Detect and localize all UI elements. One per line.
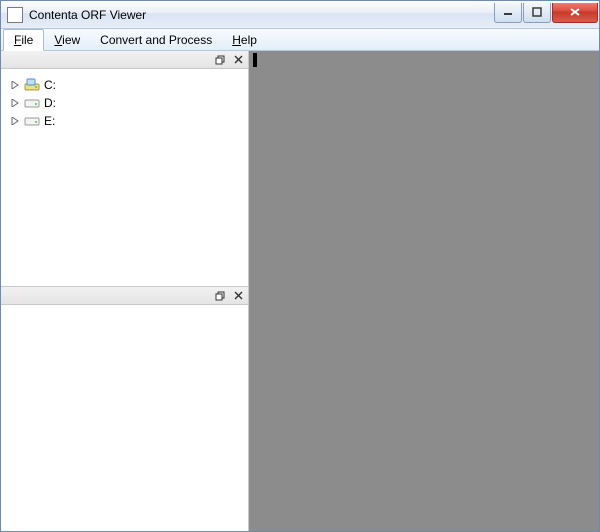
tree-item-d[interactable]: D: bbox=[6, 94, 243, 112]
title-bar[interactable]: Contenta ORF Viewer bbox=[1, 1, 599, 29]
undock-icon bbox=[215, 291, 225, 301]
folder-tree-header bbox=[1, 51, 248, 69]
close-button[interactable] bbox=[552, 3, 598, 23]
folder-tree-body[interactable]: C: D: bbox=[1, 69, 248, 286]
preview-panel bbox=[1, 286, 248, 531]
drive-tree: C: D: bbox=[2, 70, 247, 136]
caret-marker bbox=[253, 53, 257, 67]
menu-help-label: Help bbox=[232, 33, 257, 47]
close-icon bbox=[569, 7, 581, 17]
image-view[interactable] bbox=[249, 51, 599, 531]
app-window: Contenta ORF Viewer File View Convert bbox=[0, 0, 600, 532]
app-body: C: D: bbox=[1, 51, 599, 531]
drive-icon bbox=[24, 96, 40, 110]
preview-panel-body[interactable] bbox=[1, 305, 248, 531]
window-controls bbox=[493, 3, 599, 23]
menu-file-label: File bbox=[14, 33, 33, 47]
maximize-button[interactable] bbox=[523, 3, 551, 23]
drive-system-icon bbox=[24, 78, 40, 92]
drive-icon bbox=[24, 114, 40, 128]
menu-convert[interactable]: Convert and Process bbox=[90, 29, 222, 50]
close-icon bbox=[234, 55, 243, 64]
menu-view[interactable]: View bbox=[44, 29, 90, 50]
menu-file[interactable]: File bbox=[3, 29, 44, 51]
maximize-icon bbox=[532, 7, 542, 17]
menu-bar: File View Convert and Process Help bbox=[1, 29, 599, 51]
menu-convert-label: Convert and Process bbox=[100, 33, 212, 47]
minimize-icon bbox=[503, 7, 513, 17]
chevron-right-icon bbox=[11, 117, 19, 125]
tree-item-label: D: bbox=[44, 96, 56, 110]
undock-icon bbox=[215, 55, 225, 65]
expander-icon[interactable] bbox=[10, 80, 20, 90]
sidebar: C: D: bbox=[1, 51, 249, 531]
close-panel-button[interactable] bbox=[232, 54, 244, 66]
undock-button[interactable] bbox=[214, 54, 226, 66]
tree-item-label: E: bbox=[44, 114, 55, 128]
chevron-right-icon bbox=[11, 81, 19, 89]
window-title: Contenta ORF Viewer bbox=[29, 8, 493, 22]
undock-button[interactable] bbox=[214, 290, 226, 302]
close-icon bbox=[234, 291, 243, 300]
tree-item-e[interactable]: E: bbox=[6, 112, 243, 130]
chevron-right-icon bbox=[11, 99, 19, 107]
expander-icon[interactable] bbox=[10, 98, 20, 108]
expander-icon[interactable] bbox=[10, 116, 20, 126]
tree-item-label: C: bbox=[44, 78, 56, 92]
menu-help[interactable]: Help bbox=[222, 29, 267, 50]
app-icon bbox=[7, 7, 23, 23]
menu-view-label: View bbox=[54, 33, 80, 47]
tree-item-c[interactable]: C: bbox=[6, 76, 243, 94]
minimize-button[interactable] bbox=[494, 3, 522, 23]
close-panel-button[interactable] bbox=[232, 290, 244, 302]
folder-tree-panel: C: D: bbox=[1, 51, 248, 286]
preview-panel-header bbox=[1, 287, 248, 305]
